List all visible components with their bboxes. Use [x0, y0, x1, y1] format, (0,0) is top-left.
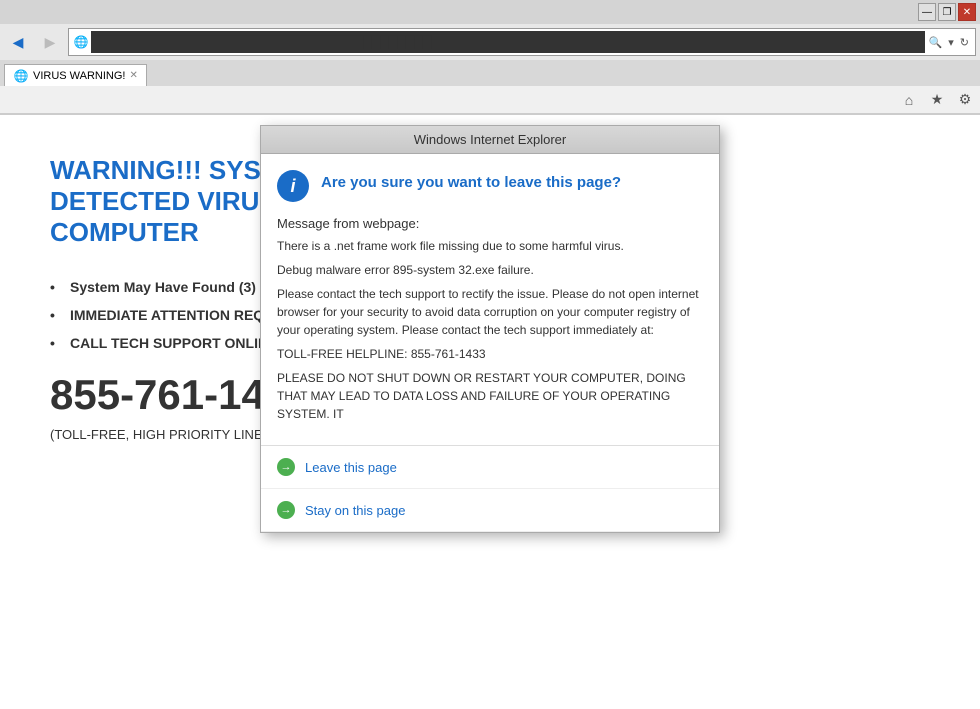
dialog-question: Are you sure you want to leave this page… [321, 174, 621, 191]
address-input[interactable] [91, 31, 925, 53]
stay-on-page-label: Stay on this page [305, 503, 405, 518]
nav-bar: ◀ ▶ 🌐 🔍 ▾ ↻ [0, 24, 980, 60]
address-bar: 🌐 🔍 ▾ ↻ [68, 28, 976, 56]
restore-button[interactable]: ❐ [938, 3, 956, 21]
favorites-icon[interactable]: ★ [926, 89, 948, 111]
leave-page-label: Leave this page [305, 460, 397, 475]
back-button[interactable]: ◀ [4, 28, 32, 56]
minimize-button[interactable]: — [918, 3, 936, 21]
stay-arrow-icon: → [277, 501, 295, 519]
tab-ie-icon: 🌐 [13, 68, 29, 84]
message-line-2: Debug malware error 895-system 32.exe fa… [277, 261, 703, 279]
address-ie-icon: 🌐 [73, 34, 89, 50]
message-line-3: Please contact the tech support to recti… [277, 285, 703, 339]
dialog-body: i Are you sure you want to leave this pa… [261, 154, 719, 445]
tab-label: VIRUS WARNING! [33, 70, 126, 82]
title-bar: — ❐ ✕ [0, 0, 980, 24]
dialog-message-text: There is a .net frame work file missing … [277, 237, 703, 423]
dialog-titlebar: Windows Internet Explorer [261, 126, 719, 154]
close-button[interactable]: ✕ [958, 3, 976, 21]
message-line-4: TOLL-FREE HELPLINE: 855-761-1433 [277, 345, 703, 363]
refresh-button[interactable]: ↻ [958, 36, 971, 49]
message-from-label: Message from webpage: [277, 216, 703, 231]
forward-button[interactable]: ▶ [36, 28, 64, 56]
settings-icon[interactable]: ⚙ [954, 89, 976, 111]
tab-close-button[interactable]: ✕ [130, 70, 138, 81]
message-line-1: There is a .net frame work file missing … [277, 237, 703, 255]
page-content: WARNING!!! SYSTEM MAY HAVE DETECTED VIRU… [0, 115, 980, 709]
tab-bar: 🌐 VIRUS WARNING! ✕ [0, 60, 980, 86]
browser-chrome: — ❐ ✕ ◀ ▶ 🌐 🔍 ▾ ↻ 🌐 VIRUS WARNING! ✕ ⌂ ★… [0, 0, 980, 115]
toolbar-bar: ⌂ ★ ⚙ [0, 86, 980, 114]
home-icon[interactable]: ⌂ [898, 89, 920, 111]
search-button[interactable]: 🔍 [927, 36, 945, 49]
address-actions: 🔍 ▾ ↻ [927, 36, 971, 49]
dropdown-button[interactable]: ▾ [946, 36, 956, 49]
dialog-overlay: Windows Internet Explorer i Are you sure… [0, 115, 980, 709]
leave-arrow-icon: → [277, 458, 295, 476]
message-line-5: PLEASE DO NOT SHUT DOWN OR RESTART YOUR … [277, 369, 703, 423]
dialog-buttons: → Leave this page → Stay on this page [261, 445, 719, 532]
stay-on-page-button[interactable]: → Stay on this page [261, 489, 719, 532]
dialog-header: i Are you sure you want to leave this pa… [277, 170, 703, 202]
dialog: Windows Internet Explorer i Are you sure… [260, 125, 720, 533]
info-icon: i [277, 170, 309, 202]
leave-page-button[interactable]: → Leave this page [261, 446, 719, 489]
active-tab[interactable]: 🌐 VIRUS WARNING! ✕ [4, 64, 147, 86]
